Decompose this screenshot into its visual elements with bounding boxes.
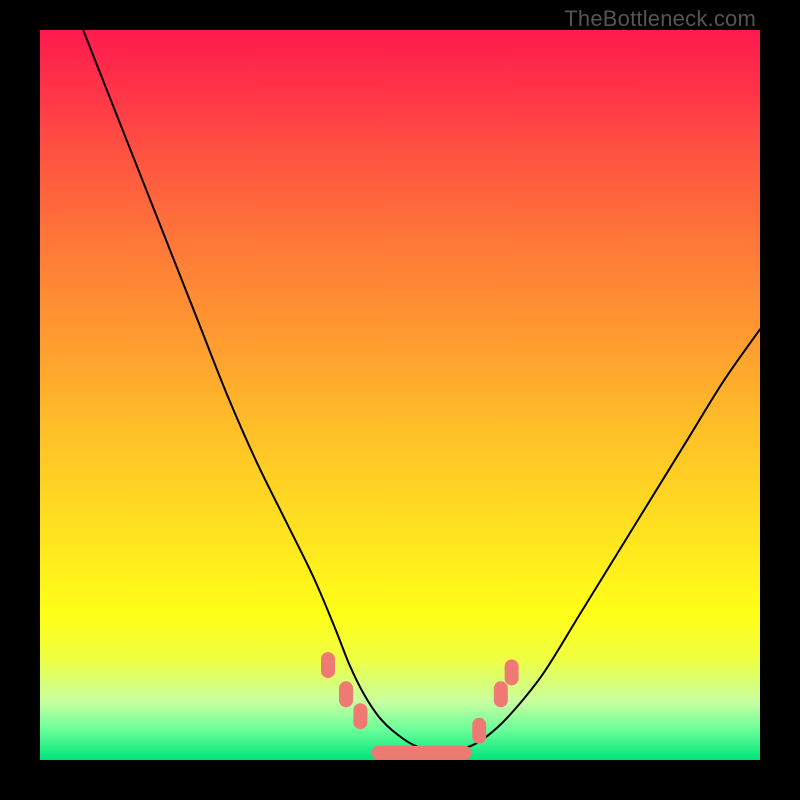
marker-floor-band <box>372 746 472 760</box>
marker-left-markers <box>353 703 367 729</box>
marker-left-markers <box>339 681 353 707</box>
line-layer <box>83 30 760 753</box>
series-right-curve <box>443 329 760 752</box>
marker-right-markers <box>494 681 508 707</box>
marker-right-markers <box>472 718 486 744</box>
chart-svg <box>40 30 760 760</box>
watermark-text: TheBottleneck.com <box>564 6 756 32</box>
marker-left-markers <box>321 652 335 678</box>
marker-right-markers <box>505 659 519 685</box>
marker-layer <box>321 652 519 760</box>
chart-frame: TheBottleneck.com <box>0 0 800 800</box>
plot-area <box>40 30 760 760</box>
series-left-curve <box>83 30 443 753</box>
